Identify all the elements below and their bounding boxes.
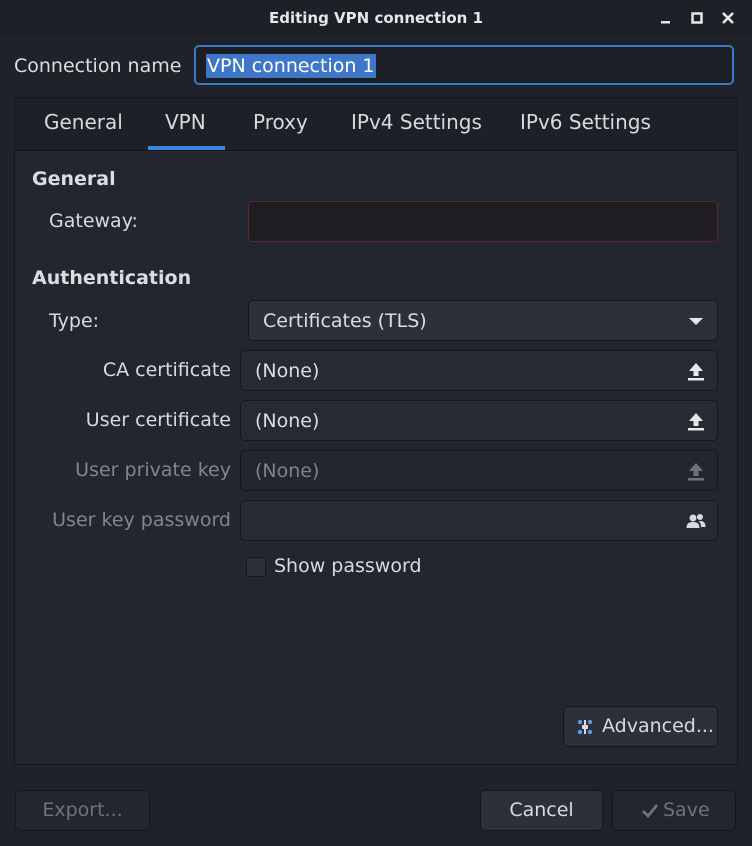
upload-icon[interactable] — [685, 410, 707, 432]
tab-general[interactable]: General — [44, 110, 123, 134]
advanced-button[interactable]: Advanced... — [563, 706, 718, 747]
save-button-label: Save — [663, 799, 710, 821]
show-password-checkbox[interactable] — [246, 557, 266, 577]
general-section-title: General — [32, 168, 116, 190]
tab-ipv6-settings[interactable]: IPv6 Settings — [520, 110, 651, 134]
export-button-label: Export... — [42, 799, 123, 821]
type-label: Type: — [49, 310, 100, 332]
connection-name-label: Connection name — [14, 55, 182, 77]
upload-icon[interactable] — [685, 360, 707, 382]
type-dropdown[interactable]: Certificates (TLS) — [248, 300, 718, 341]
title-bar: Editing VPN connection 1 — [0, 0, 752, 36]
chevron-down-icon — [689, 318, 703, 325]
tab-bar: General VPN Proxy IPv4 Settings IPv6 Set… — [15, 98, 737, 151]
show-password-label[interactable]: Show password — [274, 555, 422, 577]
ca-certificate-value: (None) — [255, 360, 320, 382]
user-private-key-value: (None) — [255, 460, 320, 482]
upload-icon — [685, 460, 707, 482]
advanced-button-label: Advanced... — [602, 715, 714, 737]
checkmark-icon — [640, 801, 660, 826]
type-value: Certificates (TLS) — [263, 310, 427, 332]
save-button: Save — [612, 790, 736, 831]
maximize-icon[interactable] — [687, 8, 707, 28]
active-tab-indicator — [148, 146, 225, 150]
user-private-key-label: User private key — [75, 459, 231, 481]
tab-ipv4-settings[interactable]: IPv4 Settings — [351, 110, 482, 134]
users-icon[interactable] — [685, 510, 707, 532]
cancel-button[interactable]: Cancel — [480, 790, 603, 831]
close-icon[interactable] — [718, 8, 738, 28]
user-private-key-chooser: (None) — [240, 450, 718, 491]
authentication-section-title: Authentication — [32, 267, 192, 289]
user-certificate-label: User certificate — [85, 409, 231, 431]
window-title: Editing VPN connection 1 — [268, 9, 484, 27]
gateway-label: Gateway: — [49, 210, 138, 232]
user-certificate-value: (None) — [255, 410, 320, 432]
advanced-settings-icon — [575, 717, 595, 737]
export-button: Export... — [15, 790, 150, 831]
minimize-icon[interactable] — [656, 8, 676, 28]
user-key-password-input[interactable] — [240, 500, 718, 541]
gateway-input[interactable] — [248, 201, 718, 242]
connection-name-input[interactable]: VPN connection 1 — [194, 45, 734, 85]
tab-vpn[interactable]: VPN — [165, 110, 206, 134]
ca-certificate-chooser[interactable]: (None) — [240, 350, 718, 391]
ca-certificate-label: CA certificate — [102, 359, 231, 381]
user-key-password-label: User key password — [52, 509, 231, 531]
tab-proxy[interactable]: Proxy — [253, 110, 308, 134]
user-certificate-chooser[interactable]: (None) — [240, 400, 718, 441]
cancel-button-label: Cancel — [509, 799, 574, 821]
connection-name-value: VPN connection 1 — [206, 54, 376, 78]
